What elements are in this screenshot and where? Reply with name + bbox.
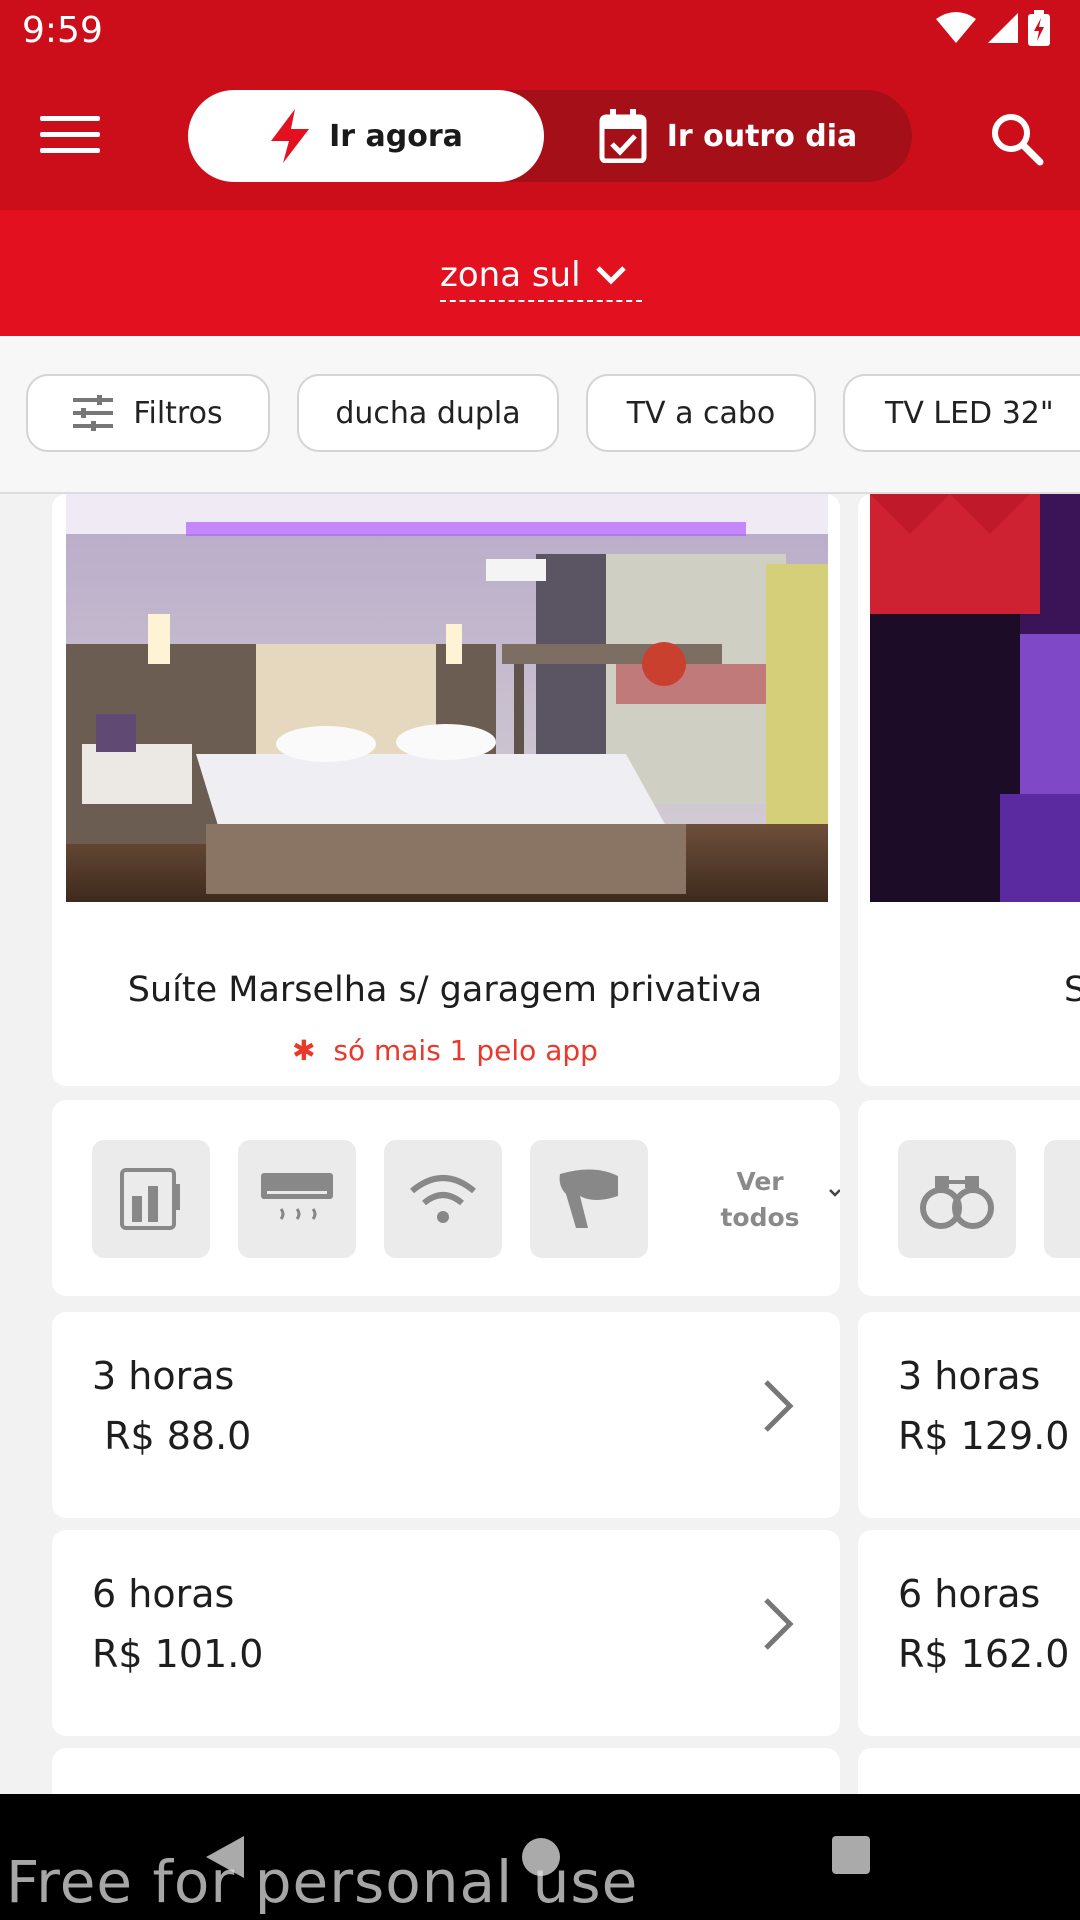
- room-card[interactable]: S: [858, 494, 1080, 1086]
- chip-label: TV LED 32": [885, 395, 1054, 431]
- price-option[interactable]: 3 horas R$ 88.0: [52, 1312, 840, 1518]
- system-navigation-bar: [0, 1794, 1080, 1920]
- room-title: S: [1064, 970, 1080, 1010]
- zone-label: zona sul: [440, 255, 581, 295]
- tab-ir-outro-dia-label: Ir outro dia: [666, 118, 858, 154]
- price-option[interactable]: [52, 1748, 840, 1794]
- back-icon[interactable]: [204, 1834, 246, 1880]
- chevron-right-icon: [764, 1598, 794, 1650]
- handcuffs-icon: [898, 1140, 1016, 1258]
- price-duration: 3 horas: [92, 1354, 235, 1398]
- chip-label: TV a cabo: [626, 395, 776, 431]
- lightning-icon: [271, 109, 310, 163]
- filters-label: Filtros: [133, 395, 223, 431]
- price-value: R$ 101.0: [92, 1632, 264, 1676]
- sliders-icon: [73, 395, 114, 431]
- amenities-card: [858, 1100, 1080, 1296]
- status-time: 9:59: [22, 10, 103, 51]
- hair-dryer-icon: [530, 1140, 648, 1258]
- system-icons: [936, 10, 1050, 46]
- price-option[interactable]: [858, 1748, 1080, 1794]
- chevron-down-icon[interactable]: [828, 1188, 840, 1198]
- app-header: Ir agora Ir outro dia: [0, 64, 1080, 210]
- zone-selector[interactable]: zona sul: [440, 250, 642, 302]
- chip-ducha-dupla[interactable]: ducha dupla: [297, 374, 559, 452]
- chip-tv-led[interactable]: TV LED 32": [843, 374, 1080, 452]
- price-option[interactable]: 6 horas R$ 101.0: [52, 1530, 840, 1736]
- status-bar: 9:59: [0, 0, 1080, 64]
- room-title: Suíte Marselha s/ garagem privativa: [127, 970, 763, 1010]
- calendar-check-icon: [599, 109, 647, 163]
- filter-chips: Filtros ducha dupla TV a cabo TV LED 32": [0, 336, 1080, 494]
- air-conditioner-icon: [238, 1140, 356, 1258]
- price-option[interactable]: 3 horas R$ 129.0: [858, 1312, 1080, 1518]
- see-all-amenities-button[interactable]: Ver todos: [700, 1164, 820, 1236]
- home-icon[interactable]: [520, 1836, 562, 1878]
- chip-label: ducha dupla: [335, 395, 521, 431]
- availability-note: ✱ só mais 1 pelo app: [52, 1034, 838, 1067]
- price-option[interactable]: 6 horas R$ 162.0: [858, 1530, 1080, 1736]
- minibar-icon: [92, 1140, 210, 1258]
- chevron-down-icon: [595, 266, 626, 285]
- room-list: Suíte Marselha s/ garagem privativa ✱ só…: [0, 494, 1080, 1794]
- filters-button[interactable]: Filtros: [26, 374, 270, 452]
- tab-ir-outro-dia[interactable]: Ir outro dia: [544, 90, 912, 182]
- price-duration: 3 horas: [898, 1354, 1041, 1398]
- wifi-signal-icon: [936, 12, 976, 43]
- price-duration: 6 horas: [92, 1572, 235, 1616]
- recents-icon[interactable]: [832, 1836, 870, 1874]
- room-photo[interactable]: [870, 494, 1080, 902]
- price-value: R$ 88.0: [92, 1414, 252, 1458]
- chevron-right-icon: [764, 1380, 794, 1432]
- asterisk-icon: ✱: [292, 1034, 316, 1067]
- hamburger-menu-icon[interactable]: [40, 116, 100, 156]
- tab-ir-agora[interactable]: Ir agora: [188, 90, 544, 182]
- amenity-icon: [1044, 1140, 1080, 1258]
- amenities-card: Ver todos: [52, 1100, 840, 1296]
- availability-note-text: só mais 1 pelo app: [333, 1034, 598, 1067]
- battery-charging-icon: [1028, 10, 1050, 46]
- price-value: R$ 129.0: [898, 1414, 1070, 1458]
- time-mode-toggle: Ir agora Ir outro dia: [188, 90, 912, 182]
- room-photo-image: [870, 494, 1080, 902]
- search-icon[interactable]: [990, 112, 1044, 166]
- chip-tv-a-cabo[interactable]: TV a cabo: [586, 374, 816, 452]
- zone-bar: zona sul: [0, 210, 1080, 336]
- cell-signal-icon: [988, 13, 1018, 43]
- price-value: R$ 162.0: [898, 1632, 1070, 1676]
- price-duration: 6 horas: [898, 1572, 1041, 1616]
- wifi-icon: [384, 1140, 502, 1258]
- room-photo-image: [66, 494, 828, 902]
- room-card[interactable]: Suíte Marselha s/ garagem privativa ✱ só…: [52, 494, 840, 1086]
- room-photo[interactable]: [66, 494, 828, 902]
- tab-ir-agora-label: Ir agora: [329, 118, 463, 154]
